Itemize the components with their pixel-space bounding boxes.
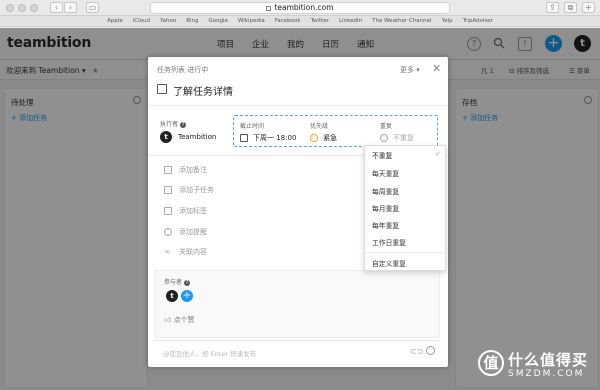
watermark-logo: 值 [478, 350, 504, 376]
repeat-option-custom[interactable]: 自定义重复 [372, 258, 406, 268]
add-note-action[interactable]: 添加备注 [179, 165, 207, 175]
calendar-icon [240, 134, 248, 142]
lock-icon [266, 5, 272, 11]
browser-toolbar: ‹ › ▭ teambition.com ⇪ ⧉ + [0, 0, 600, 16]
priority-icon [310, 134, 318, 142]
bookmark-link[interactable]: TripAdvisor [463, 18, 493, 24]
repeat-icon [380, 134, 388, 142]
help-icon[interactable]: ? [184, 279, 191, 286]
executor-label: 执行者? [160, 119, 187, 128]
repeat-option-daily[interactable]: 每天重复 [372, 168, 399, 178]
emoji-icon[interactable] [426, 346, 435, 355]
bookmark-link[interactable]: LinkedIn [339, 18, 362, 24]
note-icon [164, 166, 172, 174]
help-icon[interactable]: ? [180, 121, 187, 128]
comment-input[interactable]: @提及他人，按 Enter 快速发布 [163, 348, 256, 358]
link-icon: ∞ [164, 247, 171, 256]
close-window-button[interactable] [6, 4, 14, 12]
bookmark-link[interactable]: The Weather Channel [372, 18, 431, 24]
deadline-label: 截止时间 [240, 123, 265, 130]
attachment-icon[interactable]: ⊂⊃ [410, 347, 423, 356]
repeat-value[interactable]: 不重复 [393, 133, 414, 143]
like-label: 点个赞 [173, 316, 195, 324]
divider [148, 105, 448, 106]
task-title[interactable]: 了解任务详情 [173, 83, 233, 98]
url-text: teambition.com [274, 3, 334, 12]
address-bar[interactable]: teambition.com [150, 2, 450, 14]
subtask-icon [164, 186, 172, 194]
repeat-option-weekly[interactable]: 每周重复 [372, 186, 399, 196]
bookmark-link[interactable]: Google [209, 18, 228, 24]
priority-value[interactable]: 紧急 [323, 133, 337, 143]
deadline-value[interactable]: 下周一 18:00 [253, 133, 296, 143]
bookmarks-bar: Apple iCloud Yahoo Bing Google Wikipedia Faceb… [0, 16, 600, 27]
new-tab-button[interactable]: + [582, 2, 595, 13]
participants-section [154, 270, 440, 338]
participants-label-text: 参与者 [164, 279, 183, 286]
repeat-option-yearly[interactable]: 每年重复 [372, 220, 399, 230]
bookmark-link[interactable]: Twitter [311, 18, 329, 24]
repeat-option-monthly[interactable]: 每月重复 [372, 203, 399, 213]
repeat-option-workday[interactable]: 工作日重复 [372, 237, 406, 247]
repeat-label: 重复 [380, 123, 393, 130]
participants-label: 参与者? [164, 277, 191, 286]
task-done-checkbox[interactable] [157, 84, 167, 94]
divider [365, 252, 447, 253]
task-breadcrumb[interactable]: 任务列表 进行中 [157, 65, 208, 75]
bookmark-link[interactable]: iCloud [133, 18, 150, 24]
executor-label-text: 执行者 [160, 121, 179, 128]
repeat-dropdown: 不重复 ✓ 每天重复 每周重复 每月重复 每年重复 工作日重复 自定义重复 [364, 145, 447, 271]
bookmark-link[interactable]: Yahoo [160, 18, 176, 24]
minimize-window-button[interactable] [18, 4, 26, 12]
forward-button[interactable]: › [64, 2, 77, 13]
repeat-option-none[interactable]: 不重复 [372, 150, 392, 160]
close-icon[interactable]: ✕ [432, 62, 441, 75]
executor-avatar[interactable]: t [160, 131, 172, 143]
watermark-subtext: SMZDM.COM [508, 369, 585, 379]
add-subtask-action[interactable]: 添加子任务 [179, 185, 214, 195]
comment-box[interactable]: @提及他人，按 Enter 快速发布 ⊂⊃ [154, 340, 440, 362]
participant-avatar[interactable]: t [166, 290, 178, 302]
bookmark-link[interactable]: Wikipedia [238, 18, 265, 24]
add-tag-action[interactable]: 添加标签 [179, 206, 207, 216]
like-button[interactable]: 👍︎ 点个赞 [164, 315, 195, 325]
back-button[interactable]: ‹ [50, 2, 63, 13]
priority-label: 优先级 [310, 123, 329, 130]
bookmark-link[interactable]: Yelp [442, 18, 453, 24]
link-content-action[interactable]: 关联内容 [179, 247, 207, 257]
zoom-window-button[interactable] [30, 4, 38, 12]
bookmark-link[interactable]: Bing [186, 18, 198, 24]
thumbs-up-icon: 👍︎ [164, 316, 172, 324]
tabs-icon[interactable]: ⧉ [564, 2, 577, 13]
check-icon: ✓ [435, 150, 441, 158]
bookmark-link[interactable]: Facebook [275, 18, 301, 24]
add-participant-button[interactable]: + [181, 290, 193, 302]
bookmark-link[interactable]: Apple [107, 18, 123, 24]
watermark-text: 什么值得买 [508, 351, 589, 369]
alarm-icon [164, 228, 172, 236]
executor-name[interactable]: Teambition [178, 133, 216, 141]
more-menu-button[interactable]: 更多 ▾ [400, 65, 420, 75]
share-icon[interactable]: ⇪ [546, 2, 559, 13]
tag-icon [164, 207, 172, 215]
sidebar-toggle-icon[interactable]: ▭ [86, 2, 99, 13]
add-reminder-action[interactable]: 添加提醒 [179, 227, 207, 237]
